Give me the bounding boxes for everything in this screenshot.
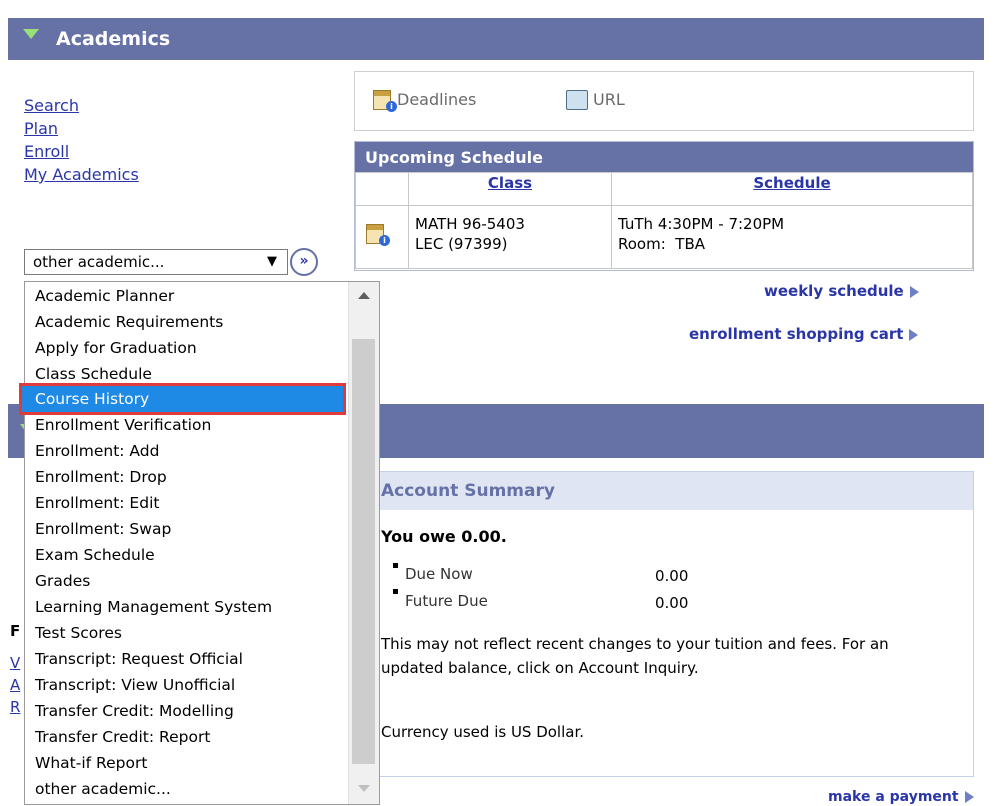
make-payment-label: make a payment (828, 789, 959, 805)
option-test-scores[interactable]: Test Scores (35, 624, 122, 642)
option-academic-planner[interactable]: Academic Planner (35, 287, 174, 305)
option-apply-for-graduation[interactable]: Apply for Graduation (35, 339, 197, 357)
dropdown-caret-icon: ▼ (267, 254, 277, 269)
account-summary-panel: Account Summary You owe 0.00. Due Now 0.… (354, 471, 974, 777)
link-my-academics[interactable]: My Academics (24, 163, 139, 186)
upcoming-schedule-panel: Upcoming Schedule Class Schedule i MATH … (354, 141, 974, 271)
schedule-column-header[interactable]: Schedule (611, 172, 973, 206)
option-class-schedule[interactable]: Class Schedule (35, 365, 152, 383)
option-academic-requirements[interactable]: Academic Requirements (35, 313, 223, 331)
academics-links: Search Plan Enroll My Academics (24, 94, 139, 186)
bullet-icon (393, 563, 398, 568)
option-transfer-credit-modelling[interactable]: Transfer Credit: Modelling (35, 702, 234, 720)
link-plan[interactable]: Plan (24, 117, 139, 140)
amount-owed: You owe 0.00. (381, 527, 507, 546)
go-button[interactable]: » (290, 248, 318, 276)
option-enrollment-edit[interactable]: Enrollment: Edit (35, 494, 159, 512)
option-learning-management-system[interactable]: Learning Management System (35, 598, 272, 616)
schedule-table: Class Schedule i MATH 96-5403 LEC (97399… (355, 172, 973, 269)
class-column-header[interactable]: Class (408, 172, 612, 206)
shopping-cart-label: enrollment shopping cart (689, 325, 904, 343)
weekly-schedule-link[interactable]: weekly schedule (764, 282, 919, 300)
currency-note: Currency used is US Dollar. (381, 723, 585, 741)
class-time: TuTh 4:30PM - 7:20PM (618, 215, 785, 233)
option-course-history[interactable]: Course History (35, 390, 149, 408)
schedule-title: Upcoming Schedule (365, 148, 543, 167)
option-enrollment-verification[interactable]: Enrollment Verification (35, 416, 211, 434)
schedule-header-row: Class Schedule (355, 172, 973, 206)
row-icon-cell: i (355, 205, 409, 269)
balance-note: This may not reflect recent changes to y… (381, 635, 889, 677)
table-row: i MATH 96-5403 LEC (97399) TuTh 4:30PM -… (355, 205, 973, 269)
option-other-academic[interactable]: other academic... (35, 780, 171, 798)
account-summary-header: Account Summary (355, 472, 973, 510)
scrollbar-thumb[interactable] (352, 339, 375, 764)
info-icon-row: i (379, 235, 390, 246)
option-what-if-report[interactable]: What-if Report (35, 754, 147, 772)
option-transcript-request-official[interactable]: Transcript: Request Official (35, 650, 243, 668)
class-room: Room: TBA (618, 235, 706, 253)
option-enrollment-swap[interactable]: Enrollment: Swap (35, 520, 171, 538)
class-code: MATH 96-5403 (415, 215, 525, 233)
other-academic-dropdown-list[interactable]: Academic Planner Academic Requirements A… (19, 281, 380, 805)
future-due-label: Future Due (405, 592, 488, 610)
arrow-right-icon (909, 285, 919, 298)
due-now-value: 0.00 (655, 567, 689, 585)
schedule-cell: TuTh 4:30PM - 7:20PM Room: TBA (611, 205, 973, 269)
other-academic-select[interactable]: other academic... ▼ (24, 249, 288, 275)
future-due-value: 0.00 (655, 594, 689, 612)
dropdown-scrollbar[interactable] (348, 282, 379, 804)
due-now-label: Due Now (405, 565, 473, 583)
url-link[interactable]: URL (593, 90, 625, 109)
link-enroll[interactable]: Enroll (24, 140, 139, 163)
hidden-link-r[interactable]: R (10, 698, 20, 716)
deadlines-link[interactable]: Deadlines (397, 90, 476, 109)
url-icon (566, 90, 588, 110)
scroll-down-icon[interactable] (358, 785, 370, 792)
select-value: other academic... (33, 253, 165, 271)
class-cell: MATH 96-5403 LEC (97399) (408, 205, 612, 269)
scroll-up-icon[interactable] (358, 292, 370, 299)
section-title: Academics (56, 28, 171, 50)
hidden-link-a[interactable]: A (10, 676, 20, 694)
option-enrollment-add[interactable]: Enrollment: Add (35, 442, 159, 460)
info-icon: i (386, 101, 397, 112)
option-transcript-view-unofficial[interactable]: Transcript: View Unofficial (35, 676, 235, 694)
class-section: LEC (97399) (415, 235, 508, 253)
blank-header-cell (355, 172, 409, 206)
option-grades[interactable]: Grades (35, 572, 90, 590)
quick-links-box: i Deadlines URL (354, 71, 974, 131)
link-search[interactable]: Search (24, 94, 139, 117)
academics-header[interactable]: Academics (8, 18, 984, 60)
hidden-heading-f: F (10, 622, 21, 640)
weekly-schedule-label: weekly schedule (764, 282, 904, 300)
account-summary-title: Account Summary (381, 481, 555, 501)
option-enrollment-drop[interactable]: Enrollment: Drop (35, 468, 167, 486)
bullet-icon-2 (393, 589, 398, 594)
make-payment-link[interactable]: make a payment (828, 789, 974, 805)
arrow-right-icon-2 (909, 328, 919, 341)
option-transfer-credit-report[interactable]: Transfer Credit: Report (35, 728, 210, 746)
schedule-header: Upcoming Schedule (355, 142, 973, 172)
shopping-cart-link[interactable]: enrollment shopping cart (689, 325, 919, 343)
option-exam-schedule[interactable]: Exam Schedule (35, 546, 155, 564)
hidden-link-v[interactable]: V (10, 654, 20, 672)
collapse-triangle-icon[interactable] (23, 29, 39, 39)
arrow-right-icon-3 (964, 791, 974, 803)
